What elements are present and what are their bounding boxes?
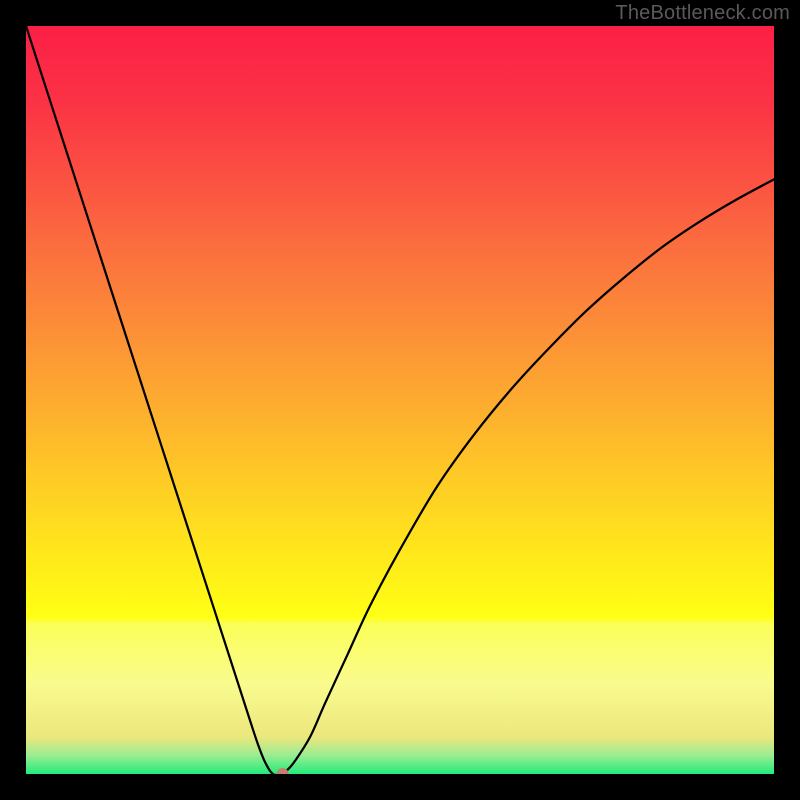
bottleneck-chart (26, 26, 774, 774)
chart-container: TheBottleneck.com (0, 0, 800, 800)
watermark-label: TheBottleneck.com (615, 2, 790, 25)
gradient-background (26, 26, 774, 774)
